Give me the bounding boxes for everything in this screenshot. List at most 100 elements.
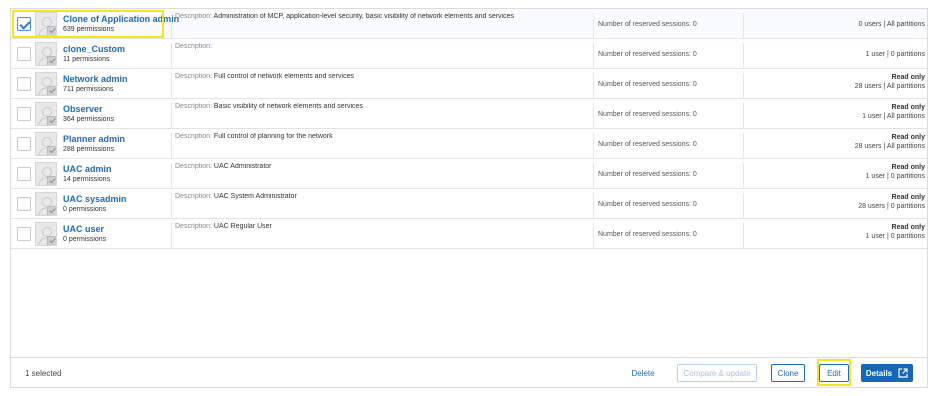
- description-text: Full control of planning for the network: [213, 133, 333, 140]
- role-permissions: 0 permissions: [63, 206, 107, 213]
- role-name[interactable]: Clone of Application admin: [63, 14, 179, 24]
- role-description: Description: Full control of planning fo…: [171, 133, 591, 159]
- role-description: Description: Full control of network ele…: [171, 73, 591, 99]
- users-partitions: 28 users | All partitions: [854, 83, 925, 90]
- users-partitions: 1 user | 0 partitions: [865, 233, 925, 240]
- role-description: Description: Basic visibility of network…: [171, 103, 591, 129]
- role-scope: Read only 1 user | 0 partitions: [743, 163, 925, 189]
- table-row[interactable]: UAC admin 14 permissions Description: UA…: [11, 159, 927, 189]
- user-avatar-icon: [35, 72, 57, 96]
- roles-panel: Clone of Application admin 639 permissio…: [10, 8, 928, 388]
- role-name[interactable]: clone_Custom: [63, 44, 125, 54]
- role-scope: Read only 1 user | 0 partitions: [743, 223, 925, 249]
- role-name[interactable]: Planner admin: [63, 134, 125, 144]
- table-row[interactable]: UAC sysadmin 0 permissions Description: …: [11, 189, 927, 219]
- check-badge-icon: [47, 86, 56, 95]
- reserved-sessions: Number of reserved sessions: 0: [593, 13, 743, 39]
- user-avatar-icon: [35, 132, 57, 156]
- reserved-sessions: Number of reserved sessions: 0: [593, 223, 743, 249]
- description-text: Full control of network elements and ser…: [213, 73, 354, 80]
- row-checkbox[interactable]: [17, 197, 31, 211]
- action-bar: 1 selected Delete Compare & update Clone…: [11, 357, 927, 387]
- read-only-label: Read only: [891, 74, 925, 81]
- row-checkbox[interactable]: [17, 17, 31, 31]
- table-row[interactable]: clone_Custom 11 permissions Description:…: [11, 39, 927, 69]
- users-partitions: 1 user | 0 partitions: [865, 173, 925, 180]
- role-scope: 1 user | 0 partitions: [743, 43, 925, 69]
- check-badge-icon: [47, 26, 56, 35]
- description-text: Basic visibility of network elements and…: [213, 103, 363, 110]
- description-text: Administration of MCP, application-level…: [213, 13, 515, 20]
- read-only-label: Read only: [891, 224, 925, 231]
- user-avatar-icon: [35, 42, 57, 66]
- table-row[interactable]: Network admin 711 permissions Descriptio…: [11, 69, 927, 99]
- role-scope: Read only 28 users | All partitions: [743, 73, 925, 99]
- description-label: Description:: [175, 43, 212, 50]
- role-name[interactable]: UAC user: [63, 224, 104, 234]
- description-label: Description:: [175, 13, 212, 20]
- description-label: Description:: [175, 223, 212, 230]
- description-text: UAC Regular User: [213, 223, 272, 230]
- delete-button[interactable]: Delete: [623, 364, 663, 382]
- role-permissions: 14 permissions: [63, 176, 111, 183]
- role-permissions: 288 permissions: [63, 146, 114, 153]
- check-badge-icon: [47, 116, 56, 125]
- description-text: UAC System Administrator: [213, 193, 297, 200]
- users-partitions: 28 users | 0 partitions: [858, 203, 925, 210]
- check-badge-icon: [47, 236, 56, 245]
- reserved-sessions: Number of reserved sessions: 0: [593, 73, 743, 99]
- users-partitions: 1 user | All partitions: [862, 113, 925, 120]
- row-checkbox[interactable]: [17, 47, 31, 61]
- compare-update-button[interactable]: Compare & update: [677, 364, 757, 382]
- reserved-sessions: Number of reserved sessions: 0: [593, 103, 743, 129]
- role-description: Description:: [171, 43, 591, 69]
- reserved-sessions: Number of reserved sessions: 0: [593, 193, 743, 219]
- table-row[interactable]: Clone of Application admin 639 permissio…: [11, 9, 927, 39]
- row-checkbox[interactable]: [17, 167, 31, 181]
- edit-button[interactable]: Edit: [819, 364, 849, 382]
- clone-button[interactable]: Clone: [771, 364, 805, 382]
- check-badge-icon: [47, 206, 56, 215]
- role-permissions: 364 permissions: [63, 116, 114, 123]
- role-scope: Read only 1 user | All partitions: [743, 103, 925, 129]
- role-name[interactable]: Observer: [63, 104, 103, 114]
- user-avatar-icon: [35, 162, 57, 186]
- role-description: Description: Administration of MCP, appl…: [171, 13, 591, 39]
- users-partitions: 28 users | All partitions: [854, 143, 925, 150]
- role-permissions: 0 permissions: [63, 236, 107, 243]
- read-only-label: Read only: [891, 194, 925, 201]
- role-name[interactable]: UAC admin: [63, 164, 112, 174]
- user-avatar-icon: [35, 12, 57, 36]
- role-permissions: 639 permissions: [63, 26, 114, 33]
- role-scope: Read only 28 users | All partitions: [743, 133, 925, 159]
- read-only-label: Read only: [891, 134, 925, 141]
- reserved-sessions: Number of reserved sessions: 0: [593, 163, 743, 189]
- row-checkbox[interactable]: [17, 227, 31, 241]
- details-label: Details: [865, 368, 893, 378]
- role-name[interactable]: UAC sysadmin: [63, 194, 127, 204]
- role-description: Description: UAC Administrator: [171, 163, 591, 189]
- row-checkbox[interactable]: [17, 77, 31, 91]
- role-scope: 0 users | All partitions: [743, 13, 925, 39]
- description-label: Description:: [175, 73, 212, 80]
- external-link-icon: [898, 368, 908, 378]
- table-row[interactable]: UAC user 0 permissions Description: UAC …: [11, 219, 927, 249]
- description-label: Description:: [175, 193, 212, 200]
- role-permissions: 711 permissions: [63, 86, 114, 93]
- check-badge-icon: [47, 56, 56, 65]
- selection-count: 1 selected: [25, 369, 62, 378]
- description-label: Description:: [175, 133, 212, 140]
- user-avatar-icon: [35, 102, 57, 126]
- description-text: UAC Administrator: [213, 163, 272, 170]
- role-permissions: 11 permissions: [63, 56, 110, 63]
- details-button[interactable]: Details: [861, 364, 913, 382]
- reserved-sessions: Number of reserved sessions: 0: [593, 133, 743, 159]
- table-row[interactable]: Planner admin 288 permissions Descriptio…: [11, 129, 927, 159]
- role-description: Description: UAC System Administrator: [171, 193, 591, 219]
- table-row[interactable]: Observer 364 permissions Description: Ba…: [11, 99, 927, 129]
- row-checkbox[interactable]: [17, 107, 31, 121]
- user-avatar-icon: [35, 192, 57, 216]
- row-checkbox[interactable]: [17, 137, 31, 151]
- role-name[interactable]: Network admin: [63, 74, 128, 84]
- users-partitions: 1 user | 0 partitions: [865, 51, 925, 58]
